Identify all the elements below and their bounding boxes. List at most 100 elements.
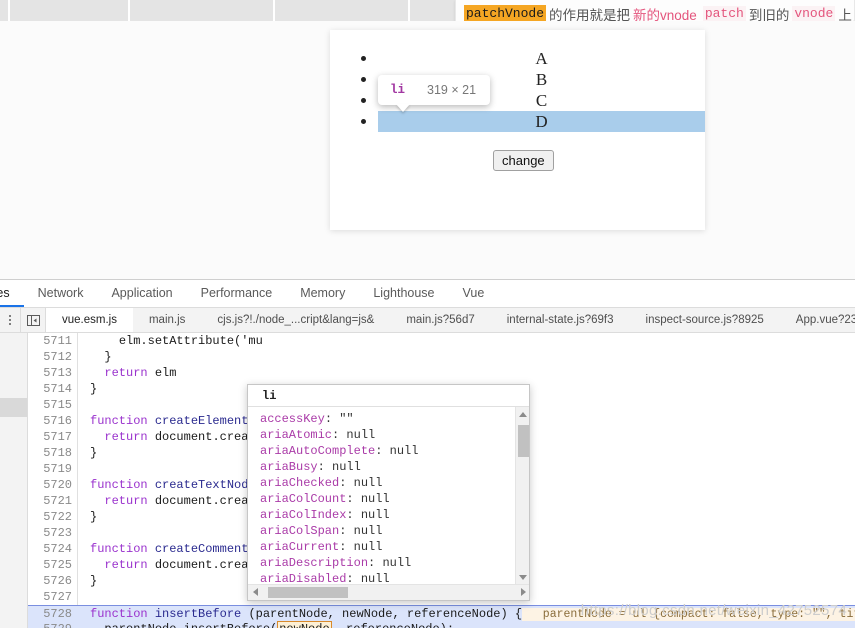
property-row[interactable]: ariaChecked: null bbox=[260, 475, 529, 491]
change-button[interactable]: change bbox=[493, 150, 554, 171]
property-row[interactable]: ariaAutoComplete: null bbox=[260, 443, 529, 459]
note-keyword-patchvnode: patchVnode bbox=[464, 5, 547, 22]
demo-list-item-label: C bbox=[535, 91, 548, 110]
bookmark-segment[interactable] bbox=[277, 0, 410, 21]
source-code-region: 5711 elm.setAttribute('mu 5712 } 5713 retu… bbox=[0, 333, 855, 628]
line-number: 5718 bbox=[43, 446, 72, 460]
bookmark-segment[interactable] bbox=[132, 0, 275, 21]
code-token: elm.setAttribute('mu bbox=[118, 334, 263, 348]
screenshot-root: patchVnode 的作用就是把 新的vnode patch 到旧的 vnod… bbox=[0, 0, 855, 628]
property-key: ariaBusy bbox=[260, 460, 318, 474]
devtools-tab-vue[interactable]: Vue bbox=[449, 280, 499, 307]
page-viewport: ABCD change li 319 × 21 bbox=[0, 21, 855, 279]
property-key: ariaChecked bbox=[260, 476, 340, 490]
tooltip-tag-name: li bbox=[390, 83, 406, 97]
property-row[interactable]: ariaDescription: null bbox=[260, 555, 529, 571]
line-number: 5724 bbox=[43, 542, 72, 556]
line-number: 5722 bbox=[43, 510, 72, 524]
code-line[interactable]: 5729 parentNode.insertBefore(newNode, re… bbox=[28, 621, 855, 628]
property-row[interactable]: ariaCurrent: null bbox=[260, 539, 529, 555]
property-row[interactable]: ariaBusy: null bbox=[260, 459, 529, 475]
code-line[interactable]: 5711 elm.setAttribute('mu bbox=[28, 333, 855, 349]
property-value: null bbox=[353, 524, 383, 538]
property-value: null bbox=[346, 428, 376, 442]
popover-vertical-scrollbar[interactable] bbox=[515, 407, 529, 585]
line-number: 5715 bbox=[43, 398, 72, 412]
object-properties-popover: li accessKey: "" ariaAtomic: null ariaAuto… bbox=[247, 384, 530, 601]
property-row[interactable]: ariaColCount: null bbox=[260, 491, 529, 507]
vertical-scroll-thumb[interactable] bbox=[518, 425, 529, 457]
devtools-tab-rces[interactable]: rces bbox=[0, 280, 24, 307]
source-file-tab[interactable]: vue.esm.js bbox=[46, 308, 133, 332]
line-number: 5729 bbox=[28, 621, 72, 628]
property-key: ariaColCount bbox=[260, 492, 347, 506]
property-key: ariaColSpan bbox=[260, 524, 340, 538]
demo-list-item[interactable]: A bbox=[378, 48, 705, 69]
navigator-rail-selection bbox=[0, 398, 27, 417]
source-file-tab[interactable]: main.js?56d7 bbox=[390, 308, 490, 332]
property-separator: : bbox=[375, 444, 390, 458]
source-file-tab[interactable]: main.js bbox=[133, 308, 201, 332]
property-separator: : bbox=[332, 428, 347, 442]
property-key: ariaDescription bbox=[260, 556, 369, 570]
line-number: 5723 bbox=[43, 526, 72, 540]
property-row[interactable]: accessKey: "" bbox=[260, 411, 529, 427]
highlighted-token[interactable]: newNode bbox=[277, 621, 332, 628]
line-number: 5719 bbox=[43, 462, 72, 476]
code-token: function bbox=[90, 542, 155, 556]
property-separator: : bbox=[346, 492, 361, 506]
source-file-tab[interactable]: internal-state.js?69f3 bbox=[491, 308, 630, 332]
property-key: accessKey bbox=[260, 412, 325, 426]
property-value: null bbox=[360, 508, 390, 522]
property-value: null bbox=[382, 556, 412, 570]
property-row[interactable]: ariaDisabled: null bbox=[260, 571, 529, 585]
scroll-up-arrow-icon[interactable] bbox=[519, 412, 527, 417]
rendered-page-card: ABCD change li 319 × 21 bbox=[330, 30, 705, 230]
property-separator: : bbox=[368, 556, 383, 570]
source-file-tab[interactable]: inspect-source.js?8925 bbox=[630, 308, 780, 332]
devtools-tab-memory[interactable]: Memory bbox=[286, 280, 359, 307]
demo-list-item[interactable]: D bbox=[378, 111, 705, 132]
navigator-toggle-icon[interactable] bbox=[20, 308, 46, 332]
devtools-tab-lighthouse[interactable]: Lighthouse bbox=[359, 280, 448, 307]
line-number: 5717 bbox=[43, 430, 72, 444]
code-line[interactable]: 5728 function insertBefore (parentNode, n… bbox=[28, 605, 855, 621]
property-value: null bbox=[353, 476, 383, 490]
property-row[interactable]: ariaAtomic: null bbox=[260, 427, 529, 443]
note-keyword-vnode: vnode bbox=[792, 6, 836, 21]
scroll-left-arrow-icon[interactable] bbox=[253, 588, 258, 596]
horizontal-scroll-thumb[interactable] bbox=[268, 587, 348, 598]
line-number: 5721 bbox=[43, 494, 72, 508]
devtools-tab-application[interactable]: Application bbox=[97, 280, 186, 307]
property-key: ariaAtomic bbox=[260, 428, 333, 442]
line-number: 5728 bbox=[43, 607, 72, 621]
popover-property-list[interactable]: accessKey: "" ariaAtomic: null ariaAutoCom… bbox=[248, 407, 529, 585]
code-line[interactable]: 5713 return elm bbox=[28, 365, 855, 381]
demo-list-item-label: D bbox=[535, 112, 548, 131]
property-key: ariaCurrent bbox=[260, 540, 340, 554]
bookmark-segment[interactable] bbox=[0, 0, 10, 21]
line-number: 5716 bbox=[43, 414, 72, 428]
code-token: } bbox=[90, 446, 98, 460]
code-token: function bbox=[90, 478, 155, 492]
devtools-tab-network[interactable]: Network bbox=[24, 280, 98, 307]
devtools-tab-performance[interactable]: Performance bbox=[187, 280, 287, 307]
source-file-tab[interactable]: App.vue?234 bbox=[780, 308, 855, 332]
devtools-tab-bar: rcesNetworkApplicationPerformanceMemoryL… bbox=[0, 280, 855, 308]
code-line[interactable]: 5712 } bbox=[28, 349, 855, 365]
property-row[interactable]: ariaColIndex: null bbox=[260, 507, 529, 523]
navigator-rail[interactable] bbox=[0, 333, 28, 628]
code-token: } bbox=[90, 574, 98, 588]
popover-horizontal-scrollbar[interactable] bbox=[248, 584, 529, 600]
scroll-down-arrow-icon[interactable] bbox=[519, 575, 527, 580]
code-token: function bbox=[90, 414, 155, 428]
bookmark-segment[interactable] bbox=[12, 0, 130, 21]
source-file-tab[interactable]: cjs.js?!./node_...cript&lang=js& bbox=[201, 308, 390, 332]
code-expression: , referenceNode); bbox=[332, 622, 454, 628]
scroll-right-arrow-icon[interactable] bbox=[521, 588, 526, 596]
code-token: return bbox=[104, 366, 155, 380]
property-row[interactable]: ariaColSpan: null bbox=[260, 523, 529, 539]
property-value: null bbox=[332, 460, 361, 474]
more-options-icon[interactable] bbox=[0, 308, 20, 332]
line-number: 5727 bbox=[43, 590, 72, 604]
